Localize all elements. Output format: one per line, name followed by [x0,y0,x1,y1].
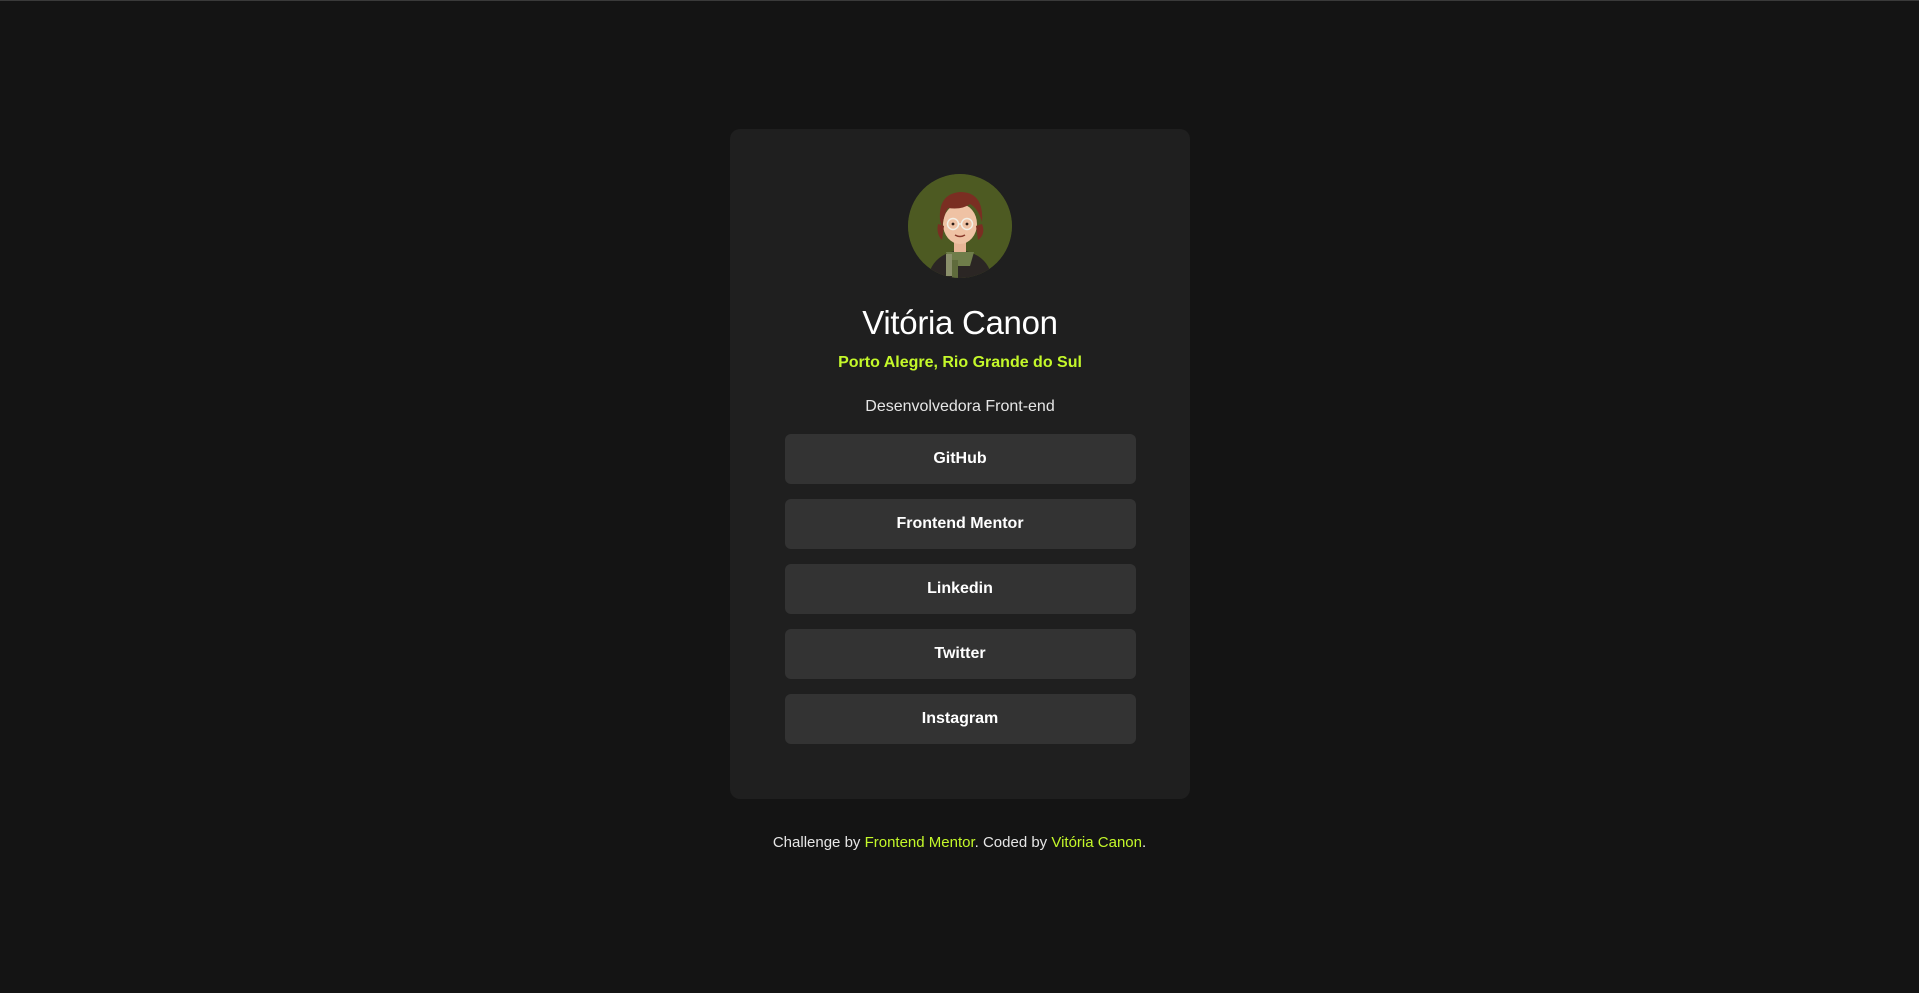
attribution-footer: Challenge by Frontend Mentor. Coded by V… [0,833,1919,853]
footer-suffix: . [1141,834,1147,851]
twitter-link-button[interactable]: Twitter [784,629,1136,679]
footer-prefix: Challenge by [772,834,865,851]
person-avatar-icon [908,174,1012,278]
profile-card: Vitória Canon Porto Alegre, Rio Grande d… [730,129,1190,799]
profile-location: Porto Alegre, Rio Grande do Sul [838,354,1082,371]
instagram-link-button[interactable]: Instagram [784,694,1136,744]
frontend-mentor-footer-link[interactable]: Frontend Mentor [865,834,975,851]
profile-bio: Desenvolvedora Front-end [865,398,1055,415]
github-link-button[interactable]: GitHub [784,434,1136,484]
avatar [908,174,1012,278]
frontend-mentor-link-button[interactable]: Frontend Mentor [784,499,1136,549]
profile-name: Vitória Canon [862,304,1058,341]
social-links-list: GitHub Frontend Mentor Linkedin Twitter … [784,434,1136,744]
footer-middle: . Coded by [974,834,1052,851]
linkedin-link-button[interactable]: Linkedin [784,564,1136,614]
author-footer-link[interactable]: Vitória Canon [1051,834,1142,851]
